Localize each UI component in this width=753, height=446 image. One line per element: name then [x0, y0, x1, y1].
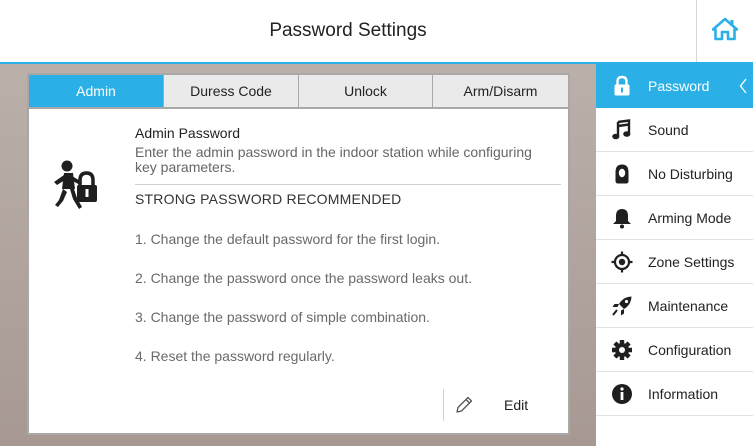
sidebar-item-label: Configuration [648, 341, 732, 358]
sidebar-item-sound[interactable]: Sound [596, 108, 753, 152]
pencil-icon [454, 395, 474, 415]
sidebar-item-label: Maintenance [648, 297, 729, 314]
password-tip: 4. Reset the password regularly. [135, 348, 335, 364]
rocket-icon [596, 284, 648, 328]
do-not-disturb-icon [596, 152, 648, 196]
sidebar-item-maintenance[interactable]: Maintenance [596, 284, 753, 328]
admin-password-content: Admin Password Enter the admin password … [135, 125, 561, 365]
music-note-icon [596, 108, 648, 152]
tab-duress-code[interactable]: Duress Code [164, 75, 299, 107]
password-tip: 1. Change the default password for the f… [135, 231, 441, 247]
sidebar-item-password[interactable]: Password [596, 64, 753, 108]
home-button[interactable] [696, 0, 753, 62]
sidebar-item-no-disturbing[interactable]: No Disturbing [596, 152, 753, 196]
sidebar-item-label: Sound [648, 121, 689, 138]
chevron-left-icon [739, 64, 747, 108]
sidebar-item-label: Zone Settings [648, 253, 735, 270]
edit-separator [443, 389, 444, 421]
admin-password-description: Enter the admin password in the indoor s… [135, 144, 532, 175]
sidebar-item-arming-mode[interactable]: Arming Mode [596, 196, 753, 240]
header-bar: Password Settings [0, 0, 753, 64]
tab-unlock[interactable]: Unlock [299, 75, 433, 107]
edit-label: Edit [504, 397, 529, 413]
edit-button[interactable]: Edit [443, 387, 563, 423]
gear-icon [596, 328, 648, 372]
strong-password-heading: STRONG PASSWORD RECOMMENDED [135, 191, 402, 207]
sidebar-item-label: No Disturbing [648, 165, 733, 182]
password-tip: 2. Change the password once the password… [135, 270, 472, 286]
sidebar-item-label: Password [648, 78, 710, 94]
info-icon [596, 372, 648, 416]
tab-arm-disarm[interactable]: Arm/Disarm [433, 75, 568, 107]
sidebar-item-configuration[interactable]: Configuration [596, 328, 753, 372]
tab-admin[interactable]: Admin [29, 75, 164, 107]
tab-bar: Admin Duress Code Unlock Arm/Disarm [29, 75, 568, 109]
sidebar-item-label: Information [648, 385, 719, 402]
settings-sidebar: Password Sound No Disturbing Arming Mode… [596, 64, 753, 446]
page-title: Password Settings [269, 20, 427, 41]
admin-user-lock-icon [51, 159, 103, 220]
sidebar-item-information[interactable]: Information [596, 372, 753, 416]
lock-icon [596, 64, 648, 108]
password-tip: 3. Change the password of simple combina… [135, 309, 430, 325]
home-icon [711, 17, 739, 46]
sidebar-item-zone-settings[interactable]: Zone Settings [596, 240, 753, 284]
target-icon [596, 240, 648, 284]
content-divider [135, 184, 561, 185]
password-panel: Admin Duress Code Unlock Arm/Disarm Admi… [27, 73, 570, 435]
admin-password-title: Admin Password [135, 125, 241, 141]
bell-icon [596, 196, 648, 240]
sidebar-item-label: Arming Mode [648, 209, 732, 226]
